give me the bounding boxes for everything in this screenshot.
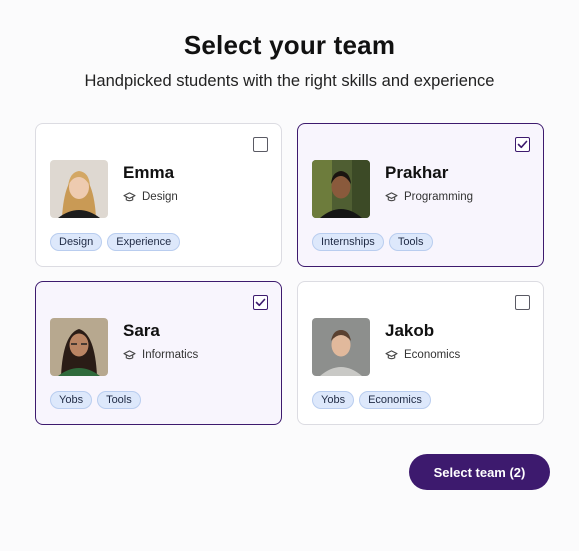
graduation-cap-icon bbox=[123, 349, 136, 359]
skill-tag: Yobs bbox=[50, 391, 93, 409]
field-label: Programming bbox=[404, 191, 474, 203]
skill-tag: Experience bbox=[107, 233, 181, 251]
avatar bbox=[50, 318, 108, 376]
student-card-emma[interactable]: Emma Design Design Experience bbox=[35, 123, 282, 267]
field-label: Informatics bbox=[142, 349, 199, 361]
skill-tag: Design bbox=[50, 233, 103, 251]
avatar bbox=[312, 160, 370, 218]
select-checkbox[interactable] bbox=[253, 137, 268, 152]
student-field: Economics bbox=[385, 349, 460, 361]
page-subtitle: Handpicked students with the right skill… bbox=[84, 72, 495, 90]
tag-list: Yobs Tools bbox=[50, 391, 146, 409]
student-field: Design bbox=[123, 191, 178, 203]
skill-tag: Tools bbox=[388, 233, 433, 251]
field-label: Economics bbox=[404, 349, 461, 361]
student-name: Prakhar bbox=[385, 163, 449, 182]
skill-tag: Tools bbox=[97, 391, 141, 409]
student-card-sara[interactable]: Sara Informatics Yobs Tools bbox=[35, 281, 282, 425]
checkmark-icon bbox=[517, 140, 528, 149]
student-card-prakhar[interactable]: Prakhar Programming Internships Tools bbox=[297, 123, 544, 267]
student-field: Programming bbox=[385, 191, 473, 203]
tag-list: Internships Tools bbox=[312, 233, 438, 251]
student-name: Sara bbox=[123, 321, 160, 340]
page-title: Select your team bbox=[183, 30, 396, 60]
select-team-button[interactable]: Select team (2) bbox=[409, 454, 550, 490]
checkmark-icon bbox=[255, 298, 266, 307]
select-checkbox[interactable] bbox=[253, 295, 268, 310]
student-name: Emma bbox=[123, 163, 175, 182]
skill-tag: Internships bbox=[312, 233, 384, 251]
select-checkbox[interactable] bbox=[515, 295, 530, 310]
tag-list: Yobs Economics bbox=[312, 391, 436, 409]
graduation-cap-icon bbox=[123, 191, 136, 201]
select-checkbox[interactable] bbox=[515, 137, 530, 152]
student-card-jakob[interactable]: Jakob Economics Yobs Economics bbox=[297, 281, 544, 425]
avatar bbox=[312, 318, 370, 376]
student-field: Informatics bbox=[123, 349, 198, 361]
skill-tag: Economics bbox=[359, 391, 431, 409]
graduation-cap-icon bbox=[385, 191, 398, 201]
student-name: Jakob bbox=[385, 321, 435, 340]
avatar bbox=[50, 160, 108, 218]
tag-list: Design Experience bbox=[50, 233, 185, 251]
field-label: Design bbox=[142, 191, 178, 203]
skill-tag: Yobs bbox=[312, 391, 355, 409]
graduation-cap-icon bbox=[385, 349, 398, 359]
